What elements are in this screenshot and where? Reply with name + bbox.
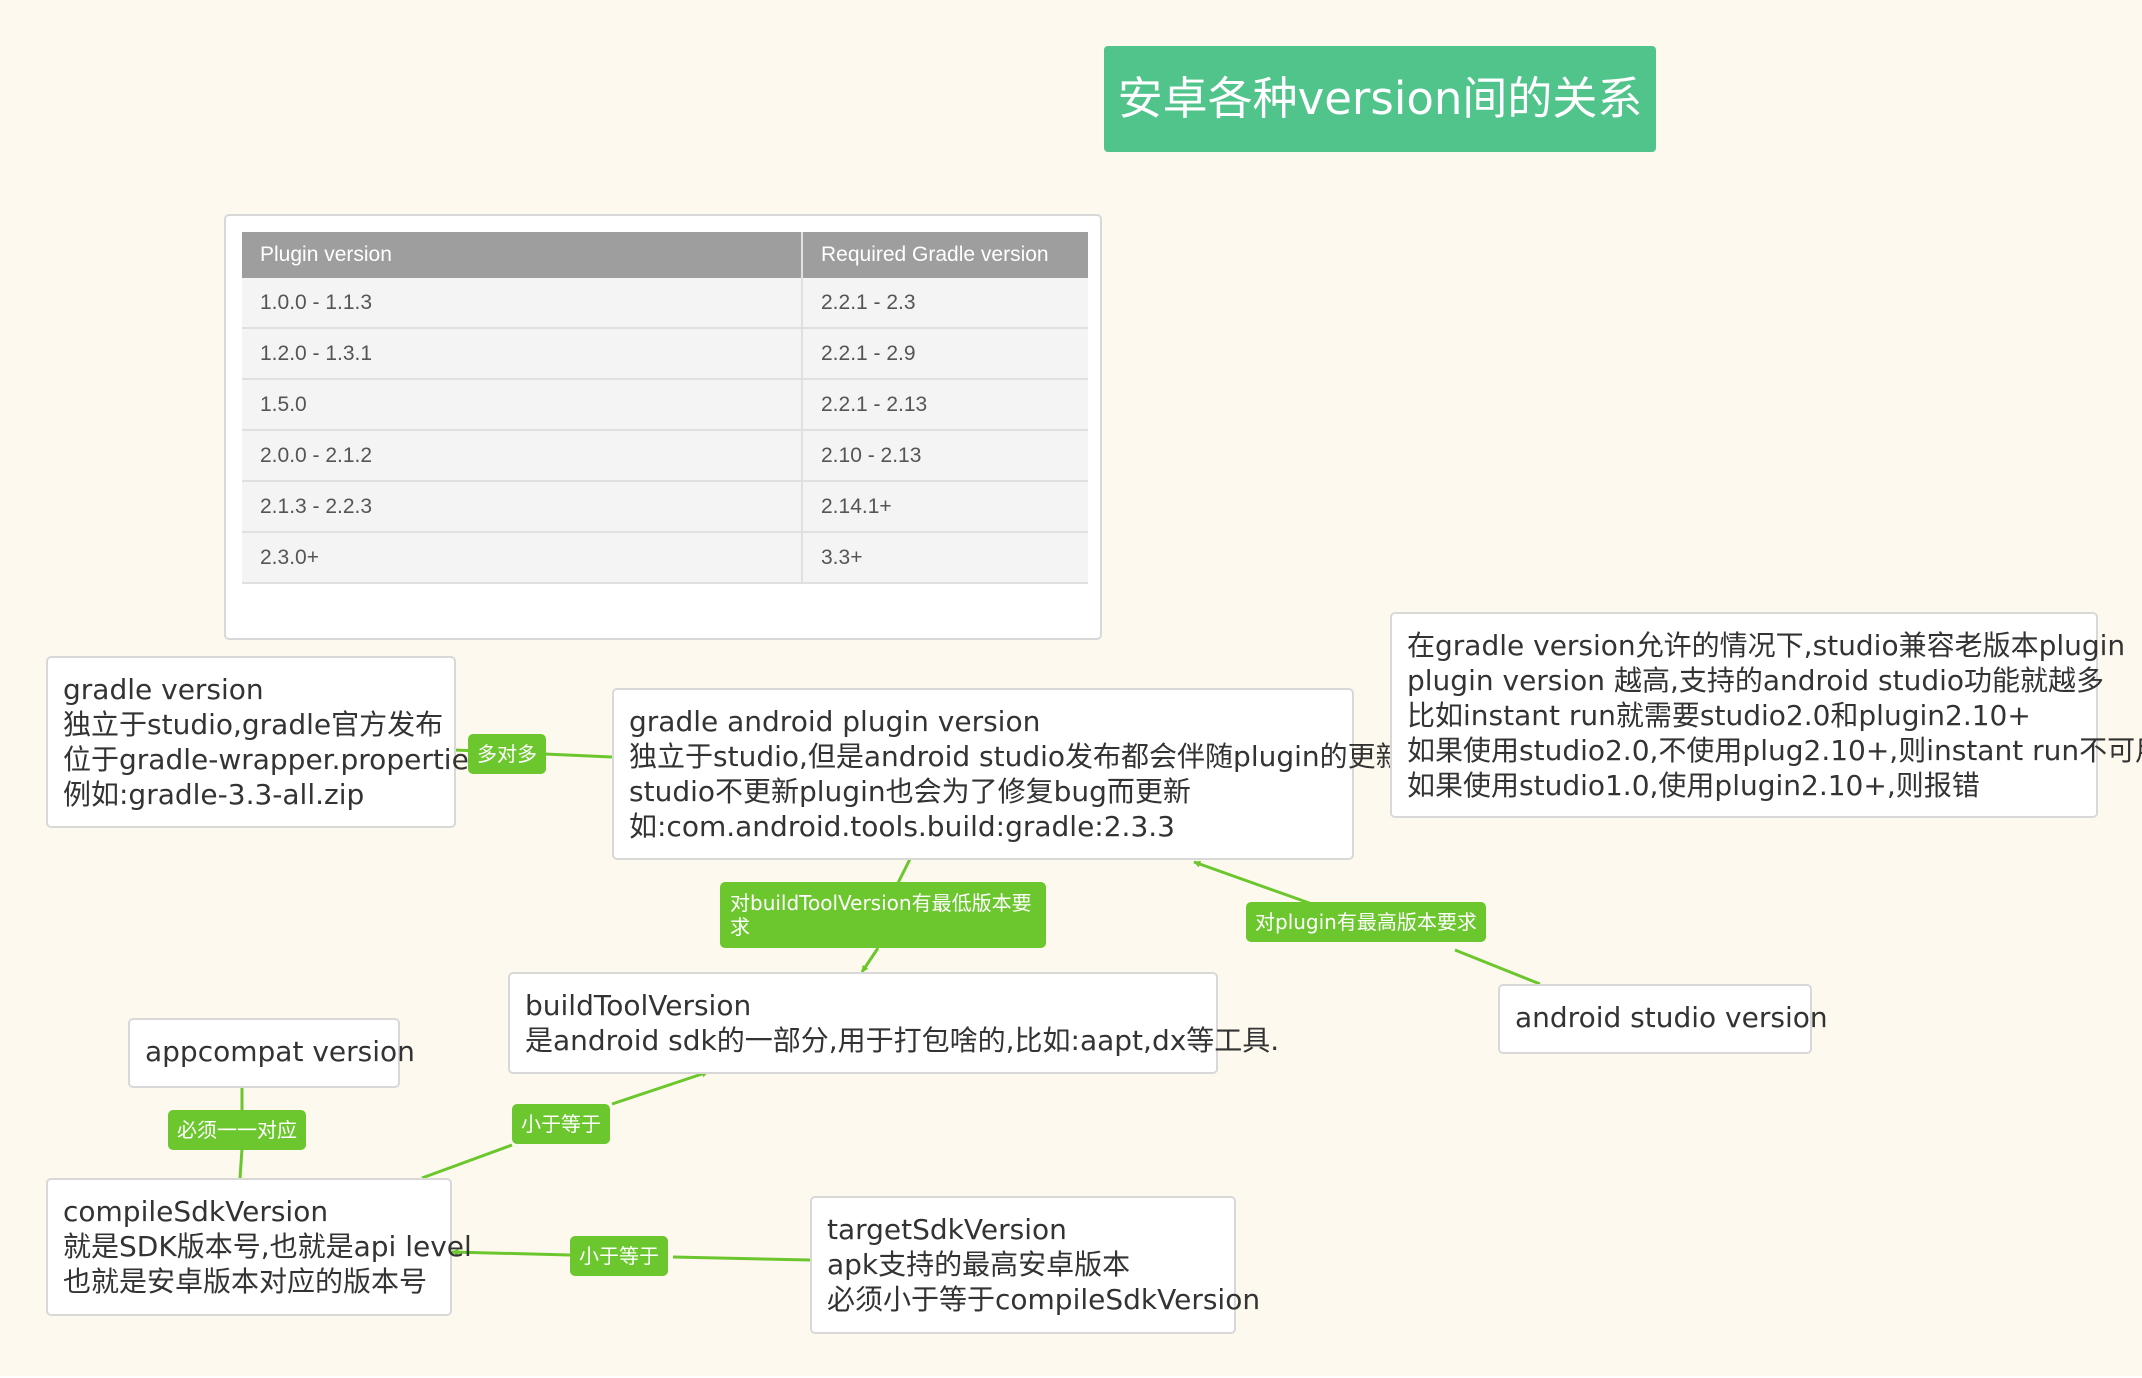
node-line: 独立于studio,gradle官方发布 [63, 708, 444, 741]
node-line: 必须小于等于compileSdkVersion [827, 1283, 1261, 1316]
node-line: 如果使用studio1.0,使用plugin2.10+,则报错 [1407, 769, 1980, 802]
node-line: 如果使用studio2.0,不使用plug2.10+,则instant run不… [1407, 734, 2142, 767]
edge-compile-buildtool-b [611, 1070, 709, 1106]
plugin-gradle-table: Plugin version Required Gradle version 1… [242, 232, 1088, 584]
node-line: apk支持的最高安卓版本 [827, 1248, 1131, 1281]
edge-label-lte-build: 小于等于 [512, 1104, 610, 1144]
table-cell: 2.14.1+ [801, 481, 1088, 533]
node-line: 就是SDK版本号,也就是api level [63, 1230, 472, 1263]
edge-label-many-to-many: 多对多 [468, 734, 546, 774]
table-row: 2.0.0 - 2.1.2 2.10 - 2.13 [242, 430, 1088, 482]
table-row: 1.5.0 2.2.1 - 2.13 [242, 379, 1088, 431]
node-target-sdk-version[interactable]: targetSdkVersion apk支持的最高安卓版本 必须小于等于comp… [810, 1196, 1261, 1334]
node-line: gradle version [63, 673, 264, 706]
node-studio-note[interactable]: 在gradle version允许的情况下,studio兼容老版本plugin … [1390, 612, 2142, 818]
table-header-row: Plugin version Required Gradle version [242, 232, 1088, 278]
table-cell: 2.2.1 - 2.9 [801, 328, 1088, 380]
node-line: appcompat version [145, 1035, 415, 1068]
table-cell: 2.1.3 - 2.2.3 [242, 481, 802, 533]
table-row: 1.2.0 - 1.3.1 2.2.1 - 2.9 [242, 328, 1088, 380]
node-appcompat-version[interactable]: appcompat version [128, 1018, 415, 1088]
node-build-tool-version[interactable]: buildToolVersion 是android sdk的一部分,用于打包啥的… [508, 972, 1280, 1074]
node-line: 独立于studio,但是android studio发布都会伴随plugin的更… [629, 740, 1404, 773]
node-line: 位于gradle-wrapper.properties [63, 743, 484, 776]
node-line: 例如:gradle-3.3-all.zip [63, 778, 365, 811]
edge-plugin-buildtool-b [860, 947, 880, 973]
table-cell: 1.2.0 - 1.3.1 [242, 328, 802, 380]
label-line: 对buildToolVersion有最低版本要 [730, 891, 1032, 915]
table-cell: 2.2.1 - 2.13 [801, 379, 1088, 431]
plugin-gradle-table-image: Plugin version Required Gradle version 1… [224, 214, 1102, 640]
table-cell: 1.5.0 [242, 379, 802, 431]
node-line: plugin version 越高,支持的android studio功能就越多 [1407, 664, 2105, 697]
node-line: targetSdkVersion [827, 1213, 1067, 1246]
mindmap-canvas: 安卓各种version间的关系 Plugin version Required … [0, 0, 2142, 1376]
node-line: 也就是安卓版本对应的版本号 [63, 1265, 428, 1298]
node-line: 在gradle version允许的情况下,studio兼容老版本plugin [1407, 629, 2126, 662]
node-line: gradle android plugin version [629, 705, 1041, 738]
table-cell: 2.10 - 2.13 [801, 430, 1088, 482]
table-cell: 1.0.0 - 1.1.3 [242, 278, 802, 329]
node-line: 如:com.android.tools.build:gradle:2.3.3 [629, 810, 1175, 843]
node-line: compileSdkVersion [63, 1195, 329, 1228]
node-line: buildToolVersion [525, 989, 752, 1022]
table-cell: 2.3.0+ [242, 532, 802, 584]
table-cell: 2.2.1 - 2.3 [801, 278, 1088, 329]
edge-label-max-version: 对plugin有最高版本要求 [1246, 902, 1486, 942]
edge-plugin-buildtool-a [896, 858, 912, 884]
node-plugin-version[interactable]: gradle android plugin version 独立于studio,… [612, 688, 1404, 860]
node-android-studio-version[interactable]: android studio version [1498, 984, 1828, 1054]
label-line: 求 [730, 915, 750, 939]
edge-compile-buildtool-a [421, 1143, 513, 1180]
edge-studio-plugin-a [1454, 948, 1541, 986]
table-cell: 2.0.0 - 2.1.2 [242, 430, 802, 482]
node-line: studio不更新plugin也会为了修复bug而更新 [629, 775, 1191, 808]
node-line: 是android sdk的一部分,用于打包啥的,比如:aapt,dx等工具. [525, 1024, 1280, 1057]
diagram-title: 安卓各种version间的关系 [1104, 46, 1656, 152]
table-row: 1.0.0 - 1.1.3 2.2.1 - 2.3 [242, 278, 1088, 329]
edge-studio-plugin-b [1193, 860, 1313, 906]
node-line: android studio version [1515, 1001, 1828, 1034]
edge-appcompat-compile-b [238, 1148, 244, 1179]
edge-label-min-version: 对buildToolVersion有最低版本要 求 [720, 882, 1046, 948]
node-line: 比如instant run就需要studio2.0和plugin2.10+ [1407, 699, 2031, 732]
edge-target-compile-a [672, 1255, 811, 1262]
table-row: 2.1.3 - 2.2.3 2.14.1+ [242, 481, 1088, 533]
node-gradle-version[interactable]: gradle version 独立于studio,gradle官方发布 位于gr… [46, 656, 484, 828]
table-header: Required Gradle version [801, 232, 1088, 278]
table-header: Plugin version [242, 232, 802, 278]
table-row: 2.3.0+ 3.3+ [242, 532, 1088, 584]
table-cell: 3.3+ [801, 532, 1088, 584]
node-compile-sdk-version[interactable]: compileSdkVersion 就是SDK版本号,也就是api level … [46, 1178, 472, 1316]
edge-label-lte-compile: 小于等于 [570, 1236, 668, 1276]
edge-label-one-to-one: 必须一一对应 [168, 1110, 306, 1150]
